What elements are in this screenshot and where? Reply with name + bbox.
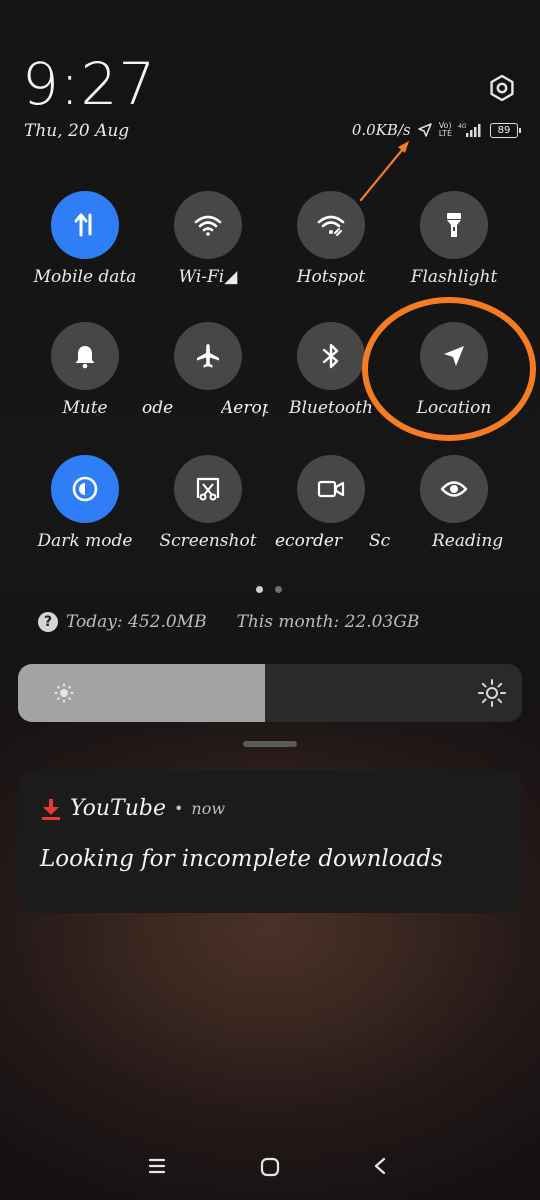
screen-recorder-icon	[317, 480, 345, 498]
wifi-button[interactable]	[174, 191, 242, 259]
notification-header: YouTube • now	[40, 796, 225, 821]
tile-label: Flashlight	[410, 267, 498, 287]
tile-label: Reading	[432, 531, 504, 551]
eye-icon	[440, 481, 468, 497]
mute-button[interactable]	[51, 322, 119, 390]
tile-label: Mobile data	[33, 267, 137, 287]
download-icon	[42, 798, 60, 820]
tile-label: Wi-Fi◢	[178, 267, 238, 287]
dark-mode-icon	[72, 476, 98, 502]
flashlight-button[interactable]	[420, 191, 488, 259]
brightness-low-icon	[54, 683, 74, 703]
tile-label-fragment: Sc	[369, 531, 391, 551]
mobile-data-button[interactable]	[51, 191, 119, 259]
tile-label: Screenshot	[159, 531, 257, 551]
notification-separator: •	[173, 799, 184, 818]
page-dot-active	[256, 586, 263, 593]
notification-time: now	[191, 799, 226, 818]
menu-icon[interactable]	[147, 1156, 167, 1176]
tile-hotspot[interactable]: Hotspot	[269, 191, 393, 287]
mobile-data-icon	[74, 213, 92, 237]
tile-screen-recorder[interactable]: ecorder Sc	[269, 455, 393, 557]
page-dot	[275, 586, 282, 593]
network-speed: 0.0KB/s	[351, 121, 411, 139]
bluetooth-icon	[322, 343, 339, 369]
notification-card[interactable]: YouTube • now Looking for incomplete dow…	[18, 770, 522, 913]
tile-airplane[interactable]: ode Aerop	[142, 322, 270, 424]
hotspot-button[interactable]	[297, 191, 365, 259]
notification-text: Looking for incomplete downloads	[40, 846, 443, 872]
reading-mode-button[interactable]	[420, 455, 488, 523]
airplane-icon	[197, 344, 219, 368]
settings-gear-icon[interactable]	[488, 74, 516, 102]
tile-dark-mode[interactable]: Dark mode	[23, 455, 147, 551]
status-bar: 0.0KB/s Vo) LTE 4G 89	[351, 120, 521, 140]
wifi-icon	[194, 215, 222, 236]
drag-handle[interactable]	[243, 741, 297, 747]
brightness-slider[interactable]	[18, 664, 522, 722]
tile-label: Hotspot	[296, 267, 366, 287]
tile-label: Mute	[62, 398, 108, 418]
navigation-bar	[0, 1140, 540, 1200]
page-indicator	[256, 586, 282, 593]
battery-indicator: 89	[490, 122, 521, 138]
volte-indicator: Vo) LTE	[438, 121, 452, 138]
tile-flashlight[interactable]: Flashlight	[392, 191, 516, 287]
help-icon: ?	[38, 612, 58, 632]
svg-text:4G: 4G	[458, 123, 467, 130]
tile-screenshot[interactable]: Screenshot	[146, 455, 270, 551]
today-usage: Today: 452.0MB	[66, 612, 207, 632]
bell-icon	[75, 346, 95, 369]
location-status-icon	[417, 123, 432, 137]
screenshot-icon	[196, 477, 220, 501]
tile-label: Dark mode	[37, 531, 133, 551]
home-icon[interactable]	[259, 1156, 281, 1178]
tile-label-fragment: Aerop	[221, 398, 268, 418]
brightness-high-icon	[478, 679, 506, 707]
tile-label-fragment: ode	[142, 398, 174, 418]
flashlight-icon	[447, 213, 461, 237]
clock: 9:27	[22, 50, 157, 118]
dark-mode-button[interactable]	[51, 455, 119, 523]
tile-reading-mode[interactable]: Reading	[392, 455, 516, 551]
signal-icon: 4G	[458, 123, 481, 137]
data-usage[interactable]: ? Today: 452.0MB This month: 22.03GB	[38, 612, 419, 632]
tile-mute[interactable]: Mute	[23, 322, 147, 418]
airplane-button[interactable]	[174, 322, 242, 390]
annotation-circle	[362, 297, 536, 441]
notification-app-name: YouTube	[70, 796, 166, 821]
bluetooth-button[interactable]	[297, 322, 365, 390]
date: Thu, 20 Aug	[24, 121, 130, 141]
back-icon[interactable]	[371, 1156, 389, 1176]
hotspot-icon	[317, 215, 345, 236]
screen-recorder-button[interactable]	[297, 455, 365, 523]
tile-label-fragment: ecorder	[275, 531, 343, 551]
month-usage: This month: 22.03GB	[236, 612, 420, 632]
tile-mobile-data[interactable]: Mobile data	[23, 191, 147, 287]
screenshot-button[interactable]	[174, 455, 242, 523]
tile-wifi[interactable]: Wi-Fi◢	[146, 191, 270, 287]
